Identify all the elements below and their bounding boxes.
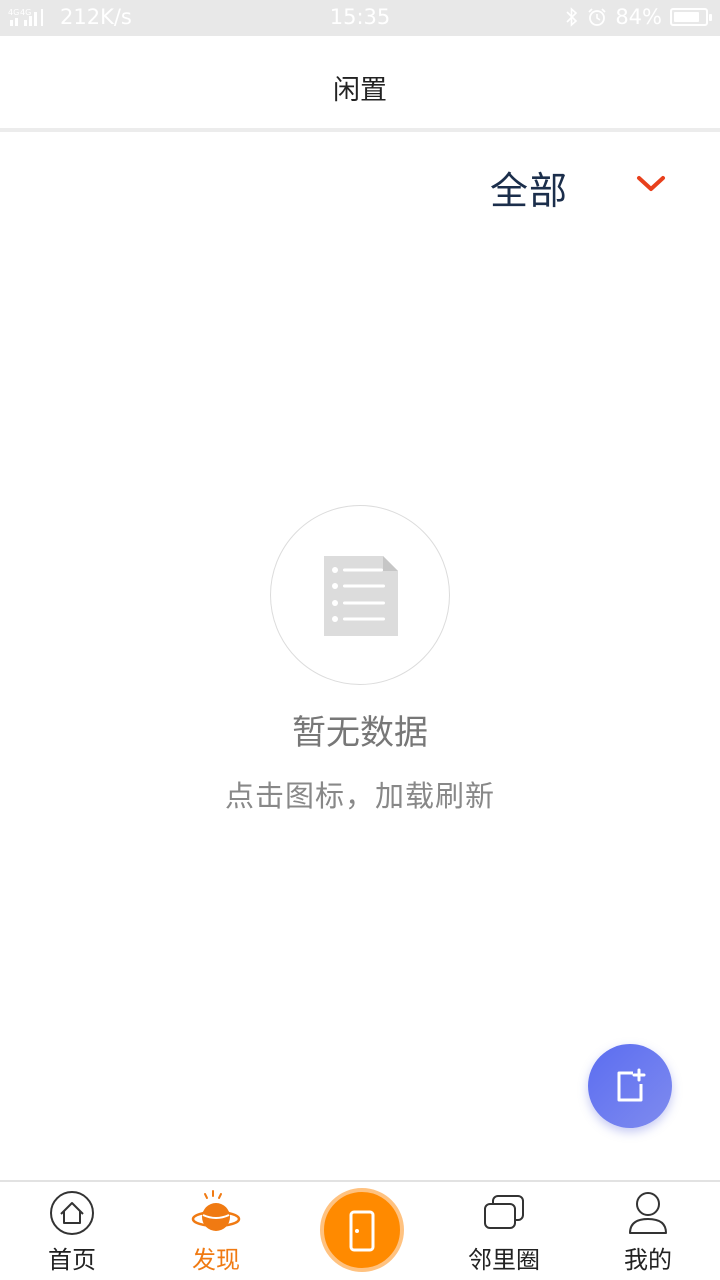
tab-discover-label: 发现 xyxy=(192,1246,240,1274)
battery-fill xyxy=(674,12,700,22)
door-icon xyxy=(349,1210,375,1252)
document-list-icon xyxy=(324,556,398,636)
refresh-empty-button[interactable] xyxy=(270,505,450,685)
bluetooth-icon xyxy=(566,7,578,27)
compose-icon xyxy=(617,1068,646,1102)
planet-icon xyxy=(191,1190,241,1231)
user-icon xyxy=(629,1192,667,1234)
tab-neighborhood[interactable]: 邻里圈 xyxy=(432,1182,576,1280)
page-title: 闲置 xyxy=(333,75,387,106)
tab-discover[interactable]: 发现 xyxy=(144,1182,288,1280)
alarm-icon xyxy=(588,8,606,26)
battery-icon xyxy=(670,8,712,26)
tab-neighborhood-label: 邻里圈 xyxy=(468,1246,540,1274)
category-filter-dropdown[interactable]: 全部 xyxy=(490,160,665,215)
tab-home-label: 首页 xyxy=(48,1246,96,1274)
cards-icon xyxy=(484,1195,524,1229)
battery-percent: 84% xyxy=(615,5,662,29)
empty-subtitle: 点击图标，加载刷新 xyxy=(224,779,495,813)
filter-label: 全部 xyxy=(490,169,569,213)
status-right: 84% xyxy=(565,5,712,29)
status-bar: 4G 4G 212K/s 15:35 84% xyxy=(0,0,720,36)
empty-title: 暂无数据 xyxy=(292,713,428,753)
tab-profile-label: 我的 xyxy=(624,1246,672,1274)
chevron-down-icon xyxy=(637,176,665,191)
open-door-button[interactable] xyxy=(320,1188,404,1272)
tab-home[interactable]: 首页 xyxy=(0,1182,144,1280)
home-icon xyxy=(50,1191,94,1235)
tab-profile[interactable]: 我的 xyxy=(576,1182,720,1280)
compose-fab-button[interactable] xyxy=(588,1044,672,1128)
title-bar: 闲置 xyxy=(0,36,720,132)
